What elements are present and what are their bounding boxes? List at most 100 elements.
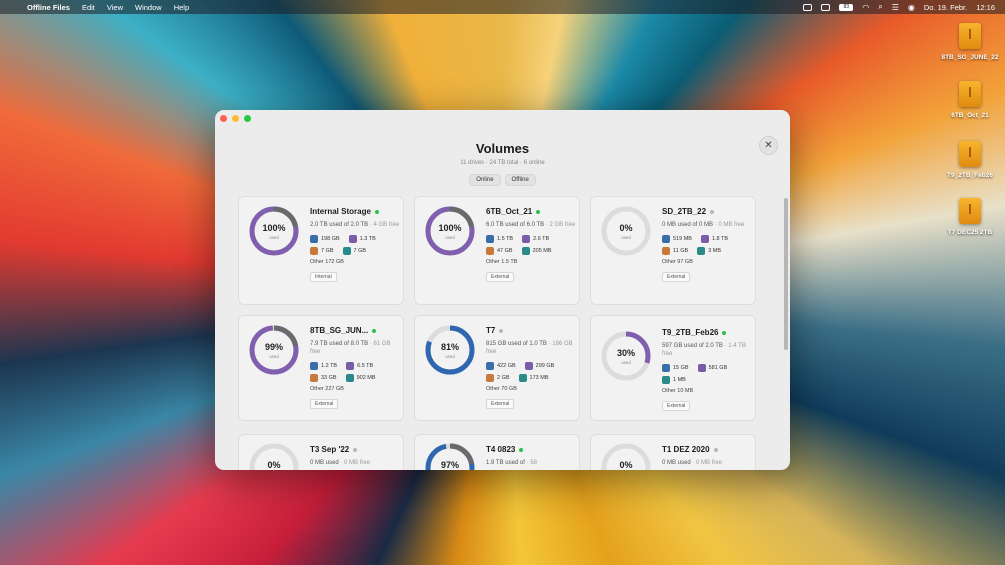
zoom-window-button[interactable]	[244, 115, 251, 122]
menu-window[interactable]: Window	[135, 3, 162, 12]
volume-card[interactable]: 99% used 8TB_SG_JUN... 7.9 TB used of 8.…	[238, 315, 404, 421]
volume-info: T3 Sep '22 0 MB used · 0 MB free	[310, 445, 402, 470]
volume-card[interactable]: 97% used T4 0823 1.9 TB used of · 58	[414, 434, 580, 470]
volume-card[interactable]: 0% used T1 DEZ 2020 0 MB used · 0 MB fre…	[590, 434, 756, 470]
usage-donut: 97% used	[424, 442, 476, 470]
music-icon	[518, 374, 527, 382]
free-text: · 2 GB free	[545, 222, 576, 228]
category-size: 1 MB	[673, 377, 686, 383]
category-stat: 6.5 TB	[346, 362, 373, 370]
volume-kind-badge: External	[486, 272, 515, 282]
usage-caption: used	[445, 235, 455, 240]
volume-name-text: T1 DEZ 2020	[662, 445, 710, 454]
status-dot	[374, 209, 379, 214]
volume-usage: 7.9 TB used of 8.0 TB · 61 GB free	[310, 340, 402, 356]
free-text: · 0 MB free	[692, 460, 723, 466]
video-icon	[662, 235, 670, 243]
scrollbar[interactable]	[784, 198, 788, 350]
desktop-drive-label: 6TB_Oct_21	[951, 112, 989, 119]
desktop-drive-icon[interactable]: T7 DEC25 2TB	[935, 198, 1005, 236]
menu-bar: Offline Files Edit View Window Help 83 ◠…	[0, 0, 1005, 14]
category-size: 2.6 TB	[533, 236, 550, 242]
category-stat: 1 MB	[662, 376, 686, 384]
category-stat: 299 GB	[524, 362, 554, 370]
battery-icon[interactable]: 83	[839, 3, 854, 11]
volume-usage: 2.0 TB used of 2.0 TB · 4 GB free	[310, 221, 402, 229]
category-stat: 11 GB	[662, 247, 688, 255]
category-size: 6.5 TB	[357, 363, 374, 369]
category-stat: 7 GB	[310, 247, 334, 255]
search-icon[interactable]: ⌕	[878, 2, 882, 12]
volume-name: Internal Storage	[310, 207, 402, 216]
volume-card[interactable]: 30% used T9_2TB_Feb26 597 GB used of 2.0…	[590, 315, 756, 421]
category-stat: 2 GB	[486, 374, 510, 382]
volume-card[interactable]: 81% used T7 815 GB used of 1.0 TB · 186 …	[414, 315, 580, 421]
volume-kind-badge: Internal	[310, 272, 337, 282]
usage-percent: 0%	[267, 460, 281, 470]
menu-help[interactable]: Help	[174, 3, 189, 12]
menu-view[interactable]: View	[107, 3, 123, 12]
video-icon	[310, 362, 318, 370]
used-text: 1.9 TB used of	[486, 460, 525, 466]
menu-date[interactable]: Do. 19. Febr.	[924, 3, 967, 12]
used-text: 815 GB used of 1.0 TB	[486, 341, 547, 347]
music-icon	[697, 247, 706, 255]
category-stat: 1.3 TB	[348, 235, 376, 243]
menu-app-name[interactable]: Offline Files	[27, 3, 70, 12]
volume-name: 6TB_Oct_21	[486, 207, 578, 216]
image-icon	[310, 247, 318, 255]
filter-online-button[interactable]: Online	[469, 174, 501, 186]
volume-info: Internal Storage 2.0 TB used of 2.0 TB ·…	[310, 207, 402, 283]
minimize-window-button[interactable]	[232, 115, 239, 122]
video-icon	[486, 362, 494, 370]
control-center-icon[interactable]: ☰	[892, 3, 899, 12]
category-stat: 198 GB	[310, 235, 340, 243]
volume-card[interactable]: 0% used T3 Sep '22 0 MB used · 0 MB free	[238, 434, 404, 470]
status-dot	[372, 328, 377, 333]
window-controls	[220, 115, 251, 122]
menu-time[interactable]: 12:16	[976, 3, 995, 12]
status-dot	[353, 447, 358, 452]
document-icon	[522, 235, 531, 243]
volume-usage: 1.9 TB used of · 58	[486, 459, 578, 467]
category-size: 47 GB	[497, 248, 513, 254]
page-title: Volumes	[475, 141, 530, 156]
category-stat: 1.8 TB	[700, 235, 729, 243]
category-size: 7 GB	[321, 248, 334, 254]
category-stat: 581 GB	[697, 364, 727, 372]
category-size: 1.5 TB	[497, 236, 514, 242]
volume-card[interactable]: 100% used 6TB_Oct_21 6.0 TB used of 6.0 …	[414, 196, 580, 305]
image-icon	[310, 374, 318, 382]
volume-kind-badge: External	[310, 399, 339, 409]
volume-name: T7	[486, 326, 578, 335]
menu-edit[interactable]: Edit	[82, 3, 95, 12]
usage-caption: used	[269, 235, 279, 240]
desktop-drive-icon[interactable]: 8TB_SG_JUNE_22	[935, 23, 1005, 61]
usage-percent: 30%	[616, 348, 635, 358]
volume-card[interactable]: 100% used Internal Storage 2.0 TB used o…	[238, 196, 404, 305]
volume-card[interactable]: 0% used SD_2TB_22 0 MB used of 0 MB · 0 …	[590, 196, 756, 305]
status-dot	[710, 209, 715, 214]
siri-icon[interactable]: ◉	[908, 3, 915, 12]
category-stat: 2.6 TB	[522, 235, 549, 243]
display-icon[interactable]	[803, 3, 813, 11]
desktop-drive-icon[interactable]: T9_2TB_Feb26	[935, 141, 1005, 179]
volume-info: 6TB_Oct_21 6.0 TB used of 6.0 TB · 2 GB …	[486, 207, 578, 283]
filter-offline-button[interactable]: Offline	[504, 174, 536, 186]
category-size: 1.8 TB	[711, 236, 729, 242]
volume-name: T9_2TB_Feb26	[662, 328, 754, 337]
category-size: 198 GB	[321, 236, 340, 242]
category-size: 11 GB	[673, 248, 689, 254]
filter-segmented-control: Online Offline	[215, 174, 790, 186]
document-icon	[697, 364, 706, 372]
category-stats: 519 MB 1.8 TB 11 GB 3 MB	[662, 235, 754, 255]
usage-donut: 99% used	[248, 324, 300, 376]
wifi-icon[interactable]: ◠	[862, 3, 869, 12]
desktop-drive-icon[interactable]: 6TB_Oct_21	[935, 81, 1005, 119]
close-window-button[interactable]	[220, 115, 227, 122]
free-text: · 0 MB free	[714, 222, 745, 228]
category-stats: 1.2 TB 6.5 TB 33 GB 902 MB	[310, 362, 402, 382]
keyboard-icon[interactable]	[821, 3, 831, 11]
other-size: Other 97 GB	[662, 259, 693, 265]
video-icon	[662, 364, 670, 372]
